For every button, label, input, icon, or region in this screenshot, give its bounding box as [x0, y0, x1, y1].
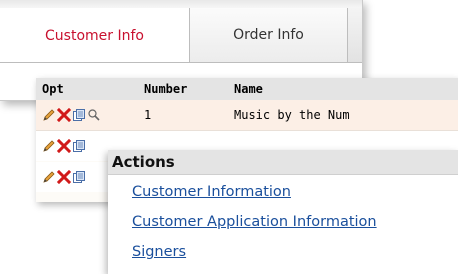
tab-strip-divider: [0, 62, 362, 63]
delete-x-icon[interactable]: [56, 138, 72, 154]
table-row[interactable]: 1 Music by the Num: [36, 100, 458, 131]
actions-menu: Actions Customer Information Customer Ap…: [108, 150, 458, 274]
row-options: [42, 138, 86, 154]
edit-pencil-icon[interactable]: [42, 108, 56, 122]
copy-document-icon[interactable]: [72, 170, 86, 184]
tab-customer-info[interactable]: Customer Info: [0, 8, 190, 63]
tab-order-info[interactable]: Order Info: [190, 8, 348, 63]
actions-menu-title: Actions: [112, 153, 175, 171]
cell-number: 1: [144, 108, 152, 122]
cell-name: Music by the Num: [234, 108, 350, 122]
grid-header-row: Opt Number Name: [36, 78, 458, 101]
action-signers-link[interactable]: Signers: [132, 244, 186, 260]
copy-document-icon[interactable]: [72, 139, 86, 153]
row-options: [42, 107, 101, 123]
edit-pencil-icon[interactable]: [42, 170, 56, 184]
edit-pencil-icon[interactable]: [42, 139, 56, 153]
column-header-number[interactable]: Number: [144, 82, 187, 96]
column-header-name[interactable]: Name: [234, 82, 263, 96]
tab-next-partial[interactable]: [348, 8, 362, 63]
tab-panel-top-edge: [0, 0, 362, 8]
action-customer-information-link[interactable]: Customer Information: [132, 184, 291, 200]
delete-x-icon[interactable]: [56, 107, 72, 123]
column-header-opt[interactable]: Opt: [42, 82, 64, 96]
actions-menu-header: Actions: [108, 150, 458, 175]
action-customer-application-information-link[interactable]: Customer Application Information: [132, 214, 377, 230]
search-magnifier-icon[interactable]: [87, 108, 101, 122]
row-options: [42, 169, 86, 185]
copy-document-icon[interactable]: [72, 108, 86, 122]
delete-x-icon[interactable]: [56, 169, 72, 185]
